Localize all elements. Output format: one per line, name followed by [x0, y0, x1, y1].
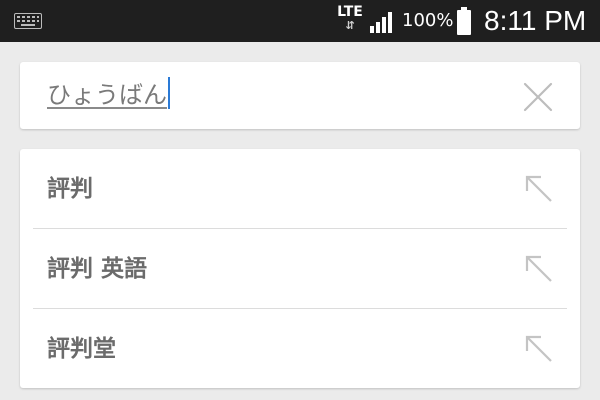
suggestion-label: 評判堂 — [47, 336, 116, 362]
suggestion-item[interactable]: 評判 — [20, 149, 580, 228]
suggestion-item[interactable]: 評判堂 — [20, 309, 580, 388]
suggestion-item[interactable]: 評判 英語 — [20, 229, 580, 308]
keyboard-icon — [14, 13, 42, 29]
battery-icon — [457, 7, 471, 35]
search-query-text: ひょうばん — [47, 81, 167, 109]
suggestion-label: 評判 英語 — [47, 256, 148, 282]
battery-percent: 100% — [402, 10, 454, 31]
suggestion-label: 評判 — [47, 176, 93, 202]
signal-icon — [370, 12, 392, 33]
network-indicator: LTE ⇵ — [335, 4, 365, 38]
search-input[interactable]: ひょうばん — [47, 76, 170, 114]
text-cursor — [168, 77, 170, 109]
search-box[interactable]: ひょうばん — [20, 62, 580, 129]
network-type-label: LTE — [337, 4, 363, 20]
clock: 8:11 PM — [484, 5, 587, 36]
status-bar: LTE ⇵ 100% 8:11 PM — [0, 0, 600, 42]
arrow-up-left-icon[interactable] — [523, 333, 555, 365]
data-activity-icon: ⇵ — [345, 19, 355, 32]
suggestions-list: 評判 評判 英語 評判堂 — [20, 149, 580, 388]
arrow-up-left-icon[interactable] — [523, 253, 555, 285]
arrow-up-left-icon[interactable] — [523, 173, 555, 205]
close-icon[interactable] — [521, 80, 555, 114]
